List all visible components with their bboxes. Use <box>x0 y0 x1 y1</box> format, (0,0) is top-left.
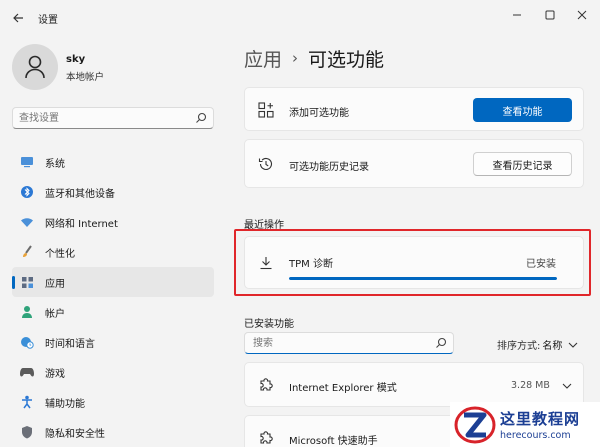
user-name: sky <box>66 54 86 65</box>
feature-size: 3.28 MB <box>511 380 550 391</box>
sort-value: 名称 <box>542 341 563 352</box>
breadcrumb-parent-link[interactable]: 应用 <box>244 45 282 72</box>
active-indicator <box>12 276 15 289</box>
accessibility-icon <box>20 395 34 409</box>
sidebar-item-label: 帐户 <box>45 308 65 320</box>
sidebar-item-label: 网络和 Internet <box>45 218 118 230</box>
sidebar-item-label: 系统 <box>45 158 65 170</box>
sidebar-item-gaming[interactable]: 游戏 <box>12 357 214 387</box>
installed-feature-item[interactable]: Internet Explorer 模式 3.28 MB <box>244 362 584 407</box>
wifi-icon <box>20 215 34 229</box>
brush-icon <box>20 245 34 259</box>
maximize-button[interactable] <box>537 5 563 25</box>
sidebar-item-label: 游戏 <box>45 368 65 380</box>
puzzle-icon <box>257 429 275 447</box>
sort-label: 排序方式: <box>497 341 541 352</box>
feature-history-card: 可选功能历史记录 查看历史记录 <box>244 139 584 188</box>
apps-icon <box>20 275 34 289</box>
settings-search-box[interactable] <box>12 107 214 129</box>
maximize-icon <box>545 10 555 20</box>
minimize-icon <box>513 14 521 16</box>
sidebar-item-bluetooth[interactable]: 蓝牙和其他设备 <box>12 177 214 207</box>
sidebar-item-time-language[interactable]: 时间和语言 <box>12 327 214 357</box>
globe-clock-icon <box>20 335 34 349</box>
sidebar-item-personalization[interactable]: 个性化 <box>12 237 214 267</box>
breadcrumb: 应用 › 可选功能 <box>244 44 384 72</box>
breadcrumb-separator: › <box>292 49 299 67</box>
sidebar-item-system[interactable]: 系统 <box>12 147 214 177</box>
watermark-title: 这里教程网 <box>500 410 581 428</box>
minimize-button[interactable] <box>504 5 530 25</box>
chevron-down-icon <box>568 342 578 348</box>
user-profile[interactable]: sky 本地帐户 <box>12 42 222 92</box>
sidebar-item-label: 应用 <box>45 278 65 290</box>
sidebar-item-network[interactable]: 网络和 Internet <box>12 207 214 237</box>
close-icon <box>577 10 587 20</box>
highlight-annotation <box>234 229 591 296</box>
sidebar-item-privacy[interactable]: 隐私和安全性 <box>12 417 214 447</box>
window-title: 设置 <box>38 15 58 26</box>
view-history-button[interactable]: 查看历史记录 <box>473 152 572 176</box>
history-icon <box>257 155 275 173</box>
bluetooth-icon <box>20 185 34 199</box>
title-bar: 设置 <box>0 0 600 34</box>
installed-features-title: 已安装功能 <box>244 319 294 330</box>
feature-name: Internet Explorer 模式 <box>289 383 397 394</box>
gamepad-icon <box>20 365 34 379</box>
chevron-down-icon[interactable] <box>562 383 572 389</box>
avatar <box>12 44 58 90</box>
monitor-icon <box>20 155 34 169</box>
sidebar-item-label: 个性化 <box>45 248 75 260</box>
sidebar-item-label: 蓝牙和其他设备 <box>45 188 115 200</box>
search-icon[interactable] <box>435 337 447 352</box>
watermark-url: herecours.com <box>500 430 571 441</box>
account-icon <box>20 305 34 319</box>
sidebar-item-label: 隐私和安全性 <box>45 428 105 440</box>
sidebar-item-label: 辅助功能 <box>45 398 85 410</box>
puzzle-icon <box>257 376 275 394</box>
sidebar-item-accounts[interactable]: 帐户 <box>12 297 214 327</box>
sidebar-nav: 系统 蓝牙和其他设备 网络和 Internet 个性化 应用 帐户 时间和语言 … <box>12 147 214 447</box>
add-feature-card: 添加可选功能 查看功能 <box>244 87 584 131</box>
shield-icon <box>20 425 34 439</box>
settings-search-input[interactable] <box>19 111 189 126</box>
account-type: 本地帐户 <box>66 72 105 83</box>
feature-name: Microsoft 快速助手 <box>289 436 378 447</box>
user-icon <box>25 55 45 79</box>
search-icon[interactable] <box>195 112 207 127</box>
installed-search-box[interactable] <box>244 332 454 354</box>
page-title: 可选功能 <box>308 48 385 71</box>
installed-search-input[interactable] <box>253 336 423 351</box>
sidebar-item-label: 时间和语言 <box>45 338 95 350</box>
site-watermark: 这里教程网 herecours.com <box>450 402 600 447</box>
back-button[interactable] <box>8 8 28 28</box>
close-button[interactable] <box>569 5 595 25</box>
sidebar-item-accessibility[interactable]: 辅助功能 <box>12 387 214 417</box>
add-feature-label: 添加可选功能 <box>289 108 349 119</box>
arrow-left-icon <box>13 13 23 23</box>
sort-dropdown[interactable]: 排序方式: 名称 <box>497 337 578 352</box>
sidebar-item-apps[interactable]: 应用 <box>12 267 214 297</box>
view-features-button[interactable]: 查看功能 <box>473 98 572 122</box>
history-label: 可选功能历史记录 <box>289 162 369 173</box>
add-grid-icon <box>257 101 275 119</box>
site-logo-icon <box>454 406 496 444</box>
